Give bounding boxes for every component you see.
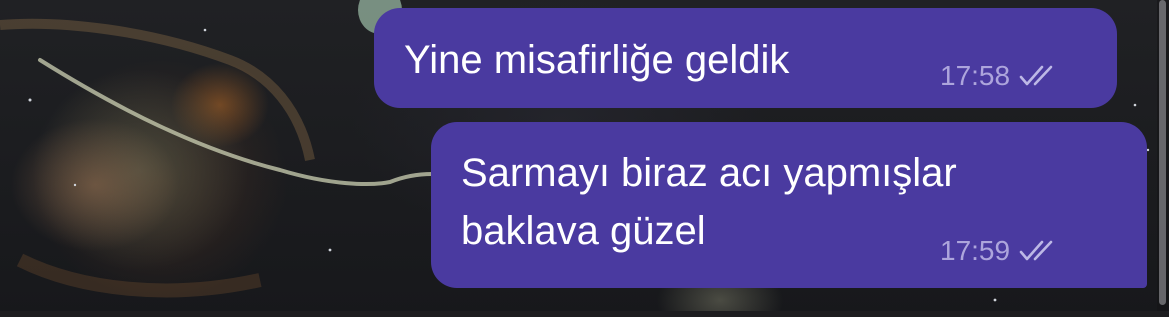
message-time: 17:59: [940, 235, 1011, 266]
scrollbar-thumb[interactable]: [1159, 0, 1166, 305]
chat-background: Yine misafirliğe geldik 17:58 Sarmayı bi…: [0, 0, 1169, 317]
message-meta: 17:59: [940, 235, 1062, 267]
bubble-tail: [1120, 240, 1143, 288]
message-text: Yine misafirliğe geldik: [404, 38, 790, 82]
message-bubble[interactable]: Yine misafirliğe geldik 17:58: [374, 8, 1117, 108]
double-check-icon: [1019, 240, 1053, 261]
bottom-edge: [0, 311, 1169, 317]
message-bubble[interactable]: Sarmayı biraz acı yapmışlar baklava güze…: [431, 122, 1147, 288]
message-meta: 17:58: [940, 60, 1062, 92]
message-text: Sarmayı biraz acı yapmışlar baklava güze…: [461, 151, 957, 253]
double-check-icon: [1019, 65, 1053, 86]
message-time: 17:58: [940, 60, 1011, 91]
